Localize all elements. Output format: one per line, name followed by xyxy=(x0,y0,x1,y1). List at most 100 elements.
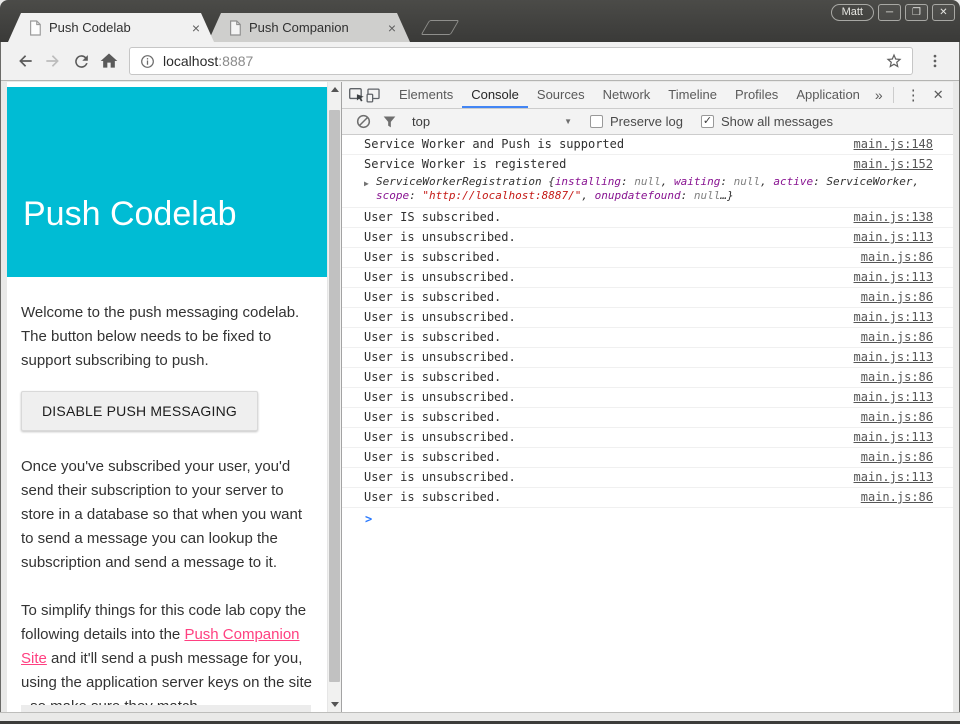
console-source-link[interactable]: main.js:86 xyxy=(849,451,933,464)
console-message-text: Service Worker and Push is supported xyxy=(364,138,624,151)
device-toolbar-icon xyxy=(365,87,382,104)
console-source-link[interactable]: main.js:113 xyxy=(842,431,933,444)
scroll-down-arrow[interactable] xyxy=(328,697,342,712)
more-tabs-chevron[interactable]: » xyxy=(869,87,889,103)
divider xyxy=(893,87,894,103)
console-source-link[interactable]: main.js:113 xyxy=(842,471,933,484)
forward-button[interactable] xyxy=(39,47,67,75)
tab-title: Push Companion xyxy=(249,20,349,35)
console-message-text: User is subscribed. xyxy=(364,451,501,464)
console-source-link[interactable]: main.js:86 xyxy=(849,411,933,424)
devtools-tab-application[interactable]: Application xyxy=(787,82,869,108)
console-message: User is subscribed.main.js:86 xyxy=(342,328,953,348)
console-source-link[interactable]: main.js:113 xyxy=(842,351,933,364)
address-bar[interactable]: localhost:8887 xyxy=(129,47,913,75)
disable-push-button[interactable]: DISABLE PUSH MESSAGING xyxy=(21,391,258,431)
devtools-tabbar: ElementsConsoleSourcesNetworkTimelinePro… xyxy=(342,82,953,109)
console-source-link[interactable]: main.js:148 xyxy=(842,138,933,151)
star-icon xyxy=(885,52,903,70)
companion-paragraph: To simplify things for this code lab cop… xyxy=(21,599,313,712)
devtools-tab-console[interactable]: Console xyxy=(462,82,528,108)
reload-button[interactable] xyxy=(67,47,95,75)
url-text: localhost:8887 xyxy=(163,53,253,69)
console-source-link[interactable]: main.js:113 xyxy=(842,271,933,284)
details-code-box[interactable] xyxy=(21,705,311,712)
tab-title: Push Codelab xyxy=(49,20,131,35)
preserve-log-checkbox[interactable] xyxy=(590,115,603,128)
page-icon xyxy=(28,20,42,36)
scroll-up-arrow[interactable] xyxy=(328,82,342,97)
console-source-link[interactable]: main.js:86 xyxy=(849,331,933,344)
new-tab-button[interactable] xyxy=(421,20,460,35)
page-hero: Push Codelab xyxy=(7,87,327,277)
devtools-tabs: ElementsConsoleSourcesNetworkTimelinePro… xyxy=(390,82,869,108)
tab-push-companion[interactable]: Push Companion × xyxy=(208,13,410,42)
page-scrollbar[interactable] xyxy=(327,82,341,712)
show-all-messages-group[interactable]: ✓ Show all messages xyxy=(701,114,833,129)
devtools-panel: ElementsConsoleSourcesNetworkTimelinePro… xyxy=(341,82,953,712)
console-message: User is unsubscribed. main.js:113 xyxy=(342,428,953,448)
devtools-tab-elements[interactable]: Elements xyxy=(390,82,462,108)
scrollbar-thumb[interactable] xyxy=(329,110,340,682)
console-object-preview[interactable]: ▶ServiceWorkerRegistration {installing: … xyxy=(342,174,953,208)
devtools-tab-profiles[interactable]: Profiles xyxy=(726,82,787,108)
console-source-link[interactable]: main.js:138 xyxy=(842,211,933,224)
chevron-down-icon: ▼ xyxy=(564,117,572,126)
console-message: User is subscribed. main.js:86 xyxy=(342,288,953,308)
console-source-link[interactable]: main.js:86 xyxy=(849,291,933,304)
console-source-link[interactable]: main.js:86 xyxy=(849,371,933,384)
devtools-tab-network[interactable]: Network xyxy=(594,82,660,108)
devtools-tab-timeline[interactable]: Timeline xyxy=(659,82,726,108)
console-message-text: User is unsubscribed. xyxy=(364,431,516,444)
content-area: Push Codelab Welcome to the push messagi… xyxy=(7,82,953,712)
preserve-log-group[interactable]: Preserve log xyxy=(590,114,683,129)
console-source-link[interactable]: main.js:113 xyxy=(842,391,933,404)
inspect-element-button[interactable] xyxy=(348,82,365,108)
devtools-close-button[interactable]: ✕ xyxy=(929,87,952,103)
back-button[interactable] xyxy=(11,47,39,75)
expand-arrow-icon[interactable]: ▶ xyxy=(364,177,369,191)
console-message: Service Worker is registeredmain.js:152 xyxy=(342,155,953,174)
console-message: User is unsubscribed.main.js:113 xyxy=(342,468,953,488)
browser-menu-button[interactable] xyxy=(921,47,949,75)
site-info-icon[interactable] xyxy=(139,53,156,70)
console-message: User IS subscribed.main.js:138 xyxy=(342,208,953,228)
console-message-text: User is unsubscribed. xyxy=(364,391,516,404)
show-all-messages-label: Show all messages xyxy=(721,114,833,129)
tab-push-codelab[interactable]: Push Codelab × xyxy=(8,13,214,42)
bookmark-star-button[interactable] xyxy=(885,52,903,70)
home-icon xyxy=(99,51,119,71)
console-toolbar: top ▼ Preserve log ✓ Show all messages xyxy=(342,109,953,135)
console-source-link[interactable]: main.js:113 xyxy=(842,311,933,324)
window-frame-bottom xyxy=(0,712,960,724)
tab-strip: Push Codelab × Push Companion × xyxy=(0,13,960,42)
console-message-text: User is unsubscribed. xyxy=(364,311,516,324)
console-message-text: User is unsubscribed. xyxy=(364,351,516,364)
console-source-link[interactable]: main.js:86 xyxy=(849,251,933,264)
console-source-link[interactable]: main.js:152 xyxy=(842,158,933,171)
clear-console-icon xyxy=(356,114,371,129)
filter-button[interactable] xyxy=(376,109,402,135)
console-prompt[interactable]: > xyxy=(342,508,953,529)
device-toolbar-button[interactable] xyxy=(365,82,382,108)
console-message-text: User is subscribed. xyxy=(364,291,501,304)
console-source-link[interactable]: main.js:113 xyxy=(842,231,933,244)
back-icon xyxy=(15,51,35,71)
clear-console-button[interactable] xyxy=(350,109,376,135)
show-all-messages-checkbox[interactable]: ✓ xyxy=(701,115,714,128)
console-source-link[interactable]: main.js:86 xyxy=(849,491,933,504)
console-message: Service Worker and Push is supported main… xyxy=(342,135,953,155)
home-button[interactable] xyxy=(95,47,123,75)
reload-icon xyxy=(72,52,91,71)
tab-close-icon[interactable]: × xyxy=(384,21,400,35)
execution-context-selector[interactable]: top ▼ xyxy=(412,114,572,129)
console-message: User is unsubscribed. main.js:113 xyxy=(342,348,953,368)
tab-close-icon[interactable]: × xyxy=(188,21,204,35)
console-message-text: User is subscribed. xyxy=(364,251,501,264)
devtools-menu-button[interactable]: ⋮ xyxy=(898,86,929,104)
console-output[interactable]: Service Worker and Push is supported main… xyxy=(342,135,953,712)
devtools-tab-sources[interactable]: Sources xyxy=(528,82,594,108)
console-message: User is subscribed.main.js:86 xyxy=(342,368,953,388)
forward-icon xyxy=(43,51,63,71)
inspect-cursor-icon xyxy=(348,87,365,104)
